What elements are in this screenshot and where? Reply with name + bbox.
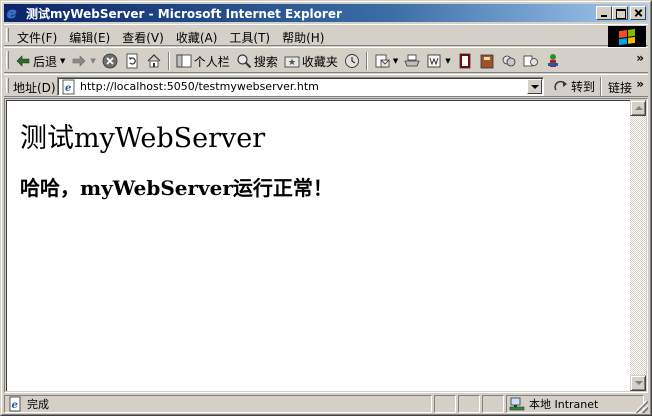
windows-logo-icon [608,26,646,48]
close-button[interactable] [630,6,646,20]
stop-button[interactable] [99,50,121,72]
favorites-button[interactable]: 收藏夹 [281,50,341,72]
personal-bar-icon [176,53,192,69]
web-page: 测试myWebServer 哈哈，myWebServer运行正常！ [6,100,631,391]
forward-arrow-icon [71,53,87,69]
menu-tools[interactable]: 工具(T) [224,27,277,48]
address-dropdown-icon[interactable] [527,79,542,94]
menu-bar-grip[interactable] [6,28,9,42]
vertical-scrollbar[interactable] [630,100,646,391]
research-button[interactable] [476,50,498,72]
toolbar-separator [167,52,170,70]
address-field[interactable]: e [57,77,544,96]
scroll-down-button[interactable] [630,375,646,391]
menu-edit[interactable]: 编辑(E) [64,27,117,48]
discuss-icon [457,53,473,69]
maximize-button[interactable] [612,6,628,20]
personal-bar-button[interactable]: 个人栏 [173,50,233,72]
forward-button[interactable]: ▼ [68,50,98,72]
status-pane-2 [434,395,456,413]
menu-bar: 文件(F) 编辑(E) 查看(V) 收藏(A) 工具(T) 帮助(H) [4,24,648,48]
scroll-up-button[interactable] [630,100,646,116]
research-book-icon [479,53,495,69]
tools-addon-button[interactable] [542,50,564,72]
address-bar-grip[interactable] [6,78,9,93]
status-text: 完成 [27,398,49,411]
resize-grip-icon[interactable] [636,401,648,413]
ie-logo-icon[interactable]: e [6,5,22,21]
menu-file[interactable]: 文件(F) [12,27,64,48]
page-icon: e [61,79,77,95]
toolbar-overflow-icon[interactable]: » [636,51,644,65]
edit-dropdown-icon[interactable]: ▼ [445,57,450,65]
intranet-zone-icon [509,396,525,412]
menu-view[interactable]: 查看(V) [117,27,171,48]
browser-window: e 测试myWebServer - Microsoft Internet Exp… [0,0,652,416]
related-button[interactable] [520,50,542,72]
favorites-label: 收藏夹 [301,54,338,69]
status-pane-4 [482,395,504,413]
mail-dropdown-icon[interactable]: ▼ [393,57,398,65]
toolbar-separator-2 [365,52,368,70]
addon-tool-icon [545,53,561,69]
search-icon [236,53,252,69]
status-bar: e 完成 本地 Intranet [4,395,648,413]
history-icon [344,53,360,69]
home-button[interactable] [143,50,165,72]
discuss-button[interactable] [454,50,476,72]
standard-toolbar: 后退 ▼ ▼ 个人栏 搜索 收藏夹 ▼ ▼ » [4,47,648,73]
mail-button[interactable]: ▼ [371,50,401,72]
edit-document-icon [426,53,442,69]
printer-icon [404,53,420,69]
page-message: 哈哈，myWebServer运行正常！ [20,176,333,200]
refresh-icon [124,53,140,69]
status-text-pane: e 完成 [4,395,432,413]
favorites-folder-icon [284,53,300,69]
edit-button[interactable]: ▼ [423,50,453,72]
forward-dropdown-icon[interactable]: ▼ [90,57,95,65]
messenger-icon [501,53,517,69]
stop-icon [102,53,118,69]
go-arrow-icon [553,79,569,95]
mail-icon [374,53,390,69]
messenger-button[interactable] [498,50,520,72]
svg-text:e: e [65,83,71,94]
home-icon [146,53,162,69]
zone-label: 本地 Intranet [529,398,599,411]
status-pane-3 [458,395,480,413]
search-label: 搜索 [253,54,278,69]
back-label: 后退 [33,54,58,69]
back-dropdown-icon[interactable]: ▼ [60,57,65,65]
svg-text:e: e [12,400,18,411]
history-button[interactable] [341,50,363,72]
back-button[interactable]: 后退 ▼ [12,50,68,72]
toolbar-grip[interactable] [6,51,9,69]
menu-favorites[interactable]: 收藏(A) [171,27,225,48]
go-label: 转到 [571,80,596,94]
title-bar[interactable]: e 测试myWebServer - Microsoft Internet Exp… [4,4,648,22]
browser-viewport: 测试myWebServer 哈哈，myWebServer运行正常！ [4,98,648,393]
personal-bar-label: 个人栏 [193,54,230,69]
back-arrow-icon [15,53,31,69]
links-overflow-icon[interactable]: » [636,77,644,91]
links-separator [600,77,602,96]
links-label[interactable]: 链接 [608,79,632,96]
minimize-button[interactable] [596,6,612,20]
address-input[interactable] [80,80,520,93]
caption-buttons [596,6,646,20]
address-bar: 地址(D) e 转到 链接 » [4,74,648,97]
page-heading: 测试myWebServer [20,123,266,154]
menu-help[interactable]: 帮助(H) [277,27,331,48]
zone-pane[interactable]: 本地 Intranet [506,395,644,413]
refresh-button[interactable] [121,50,143,72]
related-pages-icon [523,53,539,69]
search-button[interactable]: 搜索 [233,50,281,72]
address-label: 地址(D) [13,81,56,95]
page-done-icon: e [7,396,23,412]
print-button[interactable] [401,50,423,72]
go-button[interactable]: 转到 [553,77,595,96]
window-title: 测试myWebServer - Microsoft Internet Explo… [26,6,342,21]
